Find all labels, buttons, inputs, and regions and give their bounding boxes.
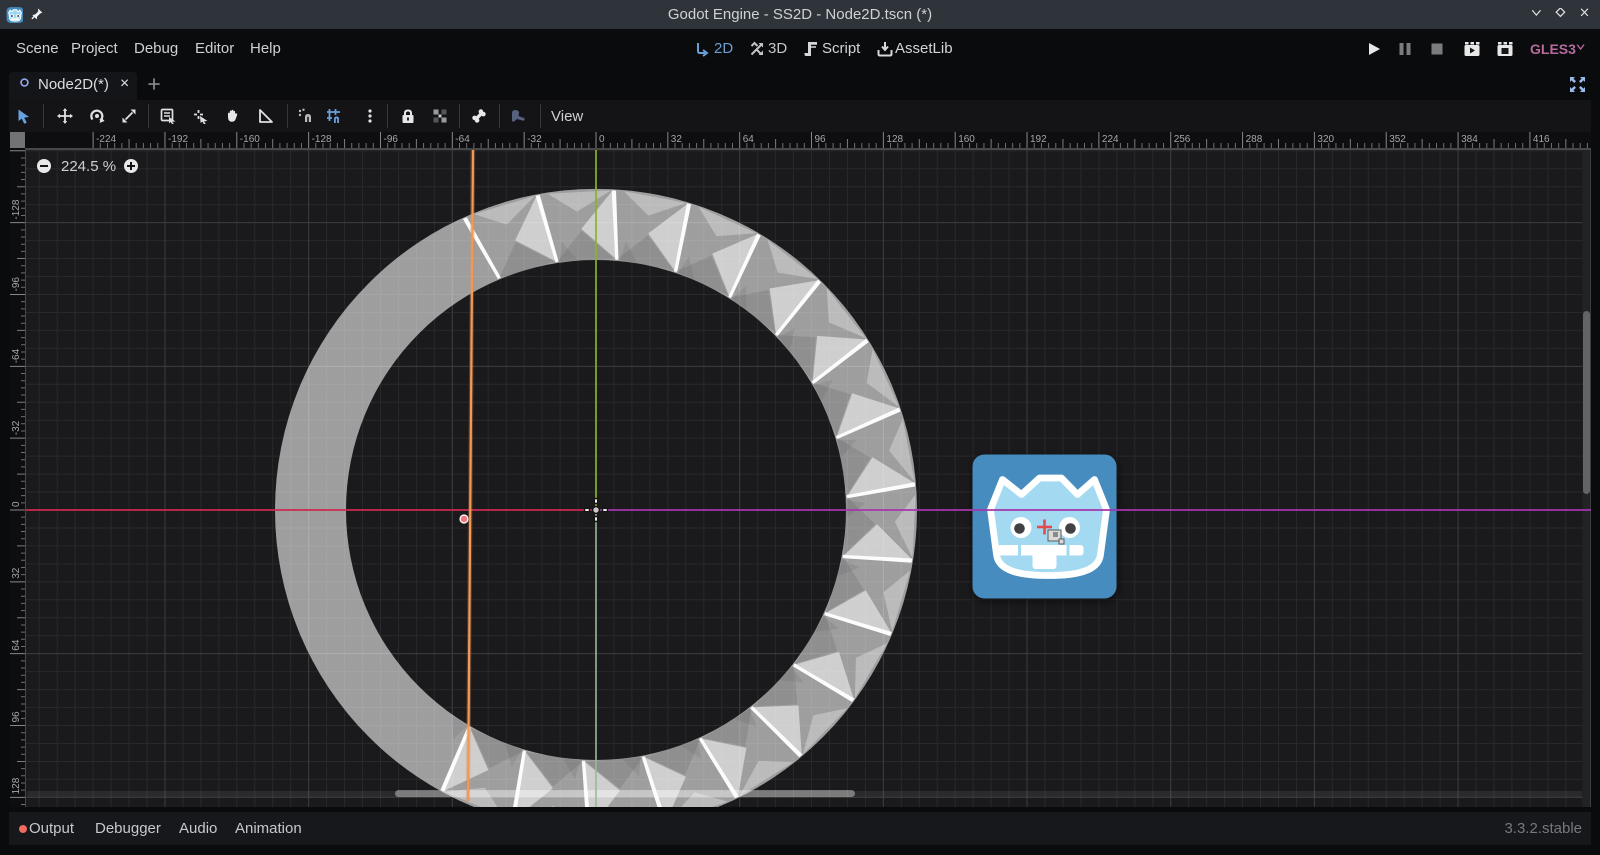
svg-text:352: 352 xyxy=(1389,134,1406,145)
svg-text:128: 128 xyxy=(886,134,903,145)
svg-text:64: 64 xyxy=(11,639,22,651)
svg-text:0: 0 xyxy=(11,501,22,507)
svg-text:160: 160 xyxy=(958,134,975,145)
svg-text:32: 32 xyxy=(11,567,22,579)
svg-text:288: 288 xyxy=(1246,134,1263,145)
svg-text:-32: -32 xyxy=(527,134,542,145)
svg-text:-224: -224 xyxy=(96,134,116,145)
svg-text:32: 32 xyxy=(671,134,683,145)
svg-text:224: 224 xyxy=(1102,134,1119,145)
svg-text:96: 96 xyxy=(11,711,22,723)
svg-text:64: 64 xyxy=(743,134,755,145)
svg-text:320: 320 xyxy=(1317,134,1334,145)
svg-text:-32: -32 xyxy=(11,420,22,435)
svg-text:-64: -64 xyxy=(455,134,470,145)
svg-text:128: 128 xyxy=(11,777,22,794)
svg-text:-96: -96 xyxy=(384,134,399,145)
svg-text:-64: -64 xyxy=(11,348,22,363)
svg-text:-96: -96 xyxy=(11,277,22,292)
svg-text:-160: -160 xyxy=(240,134,260,145)
svg-text:-128: -128 xyxy=(11,199,22,219)
svg-text:192: 192 xyxy=(1030,134,1047,145)
svg-text:384: 384 xyxy=(1461,134,1478,145)
svg-text:0: 0 xyxy=(599,134,605,145)
svg-text:-128: -128 xyxy=(312,134,332,145)
svg-text:416: 416 xyxy=(1533,134,1550,145)
svg-text:96: 96 xyxy=(815,134,827,145)
svg-text:256: 256 xyxy=(1174,134,1191,145)
svg-text:-192: -192 xyxy=(168,134,188,145)
